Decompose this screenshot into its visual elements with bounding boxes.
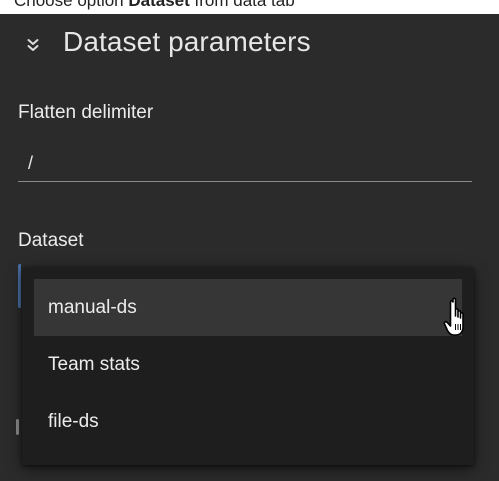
instruction-suffix: from data tab: [189, 0, 295, 10]
flatten-delimiter-label: Flatten delimiter: [18, 102, 154, 123]
dataset-dropdown-menu: manual-ds Team stats file-ds: [22, 267, 474, 465]
chevron-double-down-icon[interactable]: [27, 38, 39, 52]
hidden-field-edge: [16, 419, 19, 435]
instruction-text: Choose option Dataset from data tab: [14, 0, 295, 11]
dataset-label: Dataset: [18, 230, 84, 251]
dropdown-option-manual-ds[interactable]: manual-ds: [34, 279, 462, 336]
section-header[interactable]: Dataset parameters: [0, 14, 499, 74]
flatten-delimiter-input[interactable]: [18, 146, 472, 182]
instruction-bold: Dataset: [128, 0, 190, 10]
section-title: Dataset parameters: [63, 26, 311, 57]
dataset-parameters-panel: Dataset parameters Flatten delimiter Dat…: [0, 14, 499, 481]
dropdown-option-team-stats[interactable]: Team stats: [34, 336, 462, 393]
dataset-select[interactable]: [18, 264, 21, 308]
top-instruction-strip: Choose option Dataset from data tab: [0, 0, 499, 14]
instruction-prefix: Choose option: [14, 0, 129, 10]
dropdown-option-file-ds[interactable]: file-ds: [34, 393, 462, 450]
